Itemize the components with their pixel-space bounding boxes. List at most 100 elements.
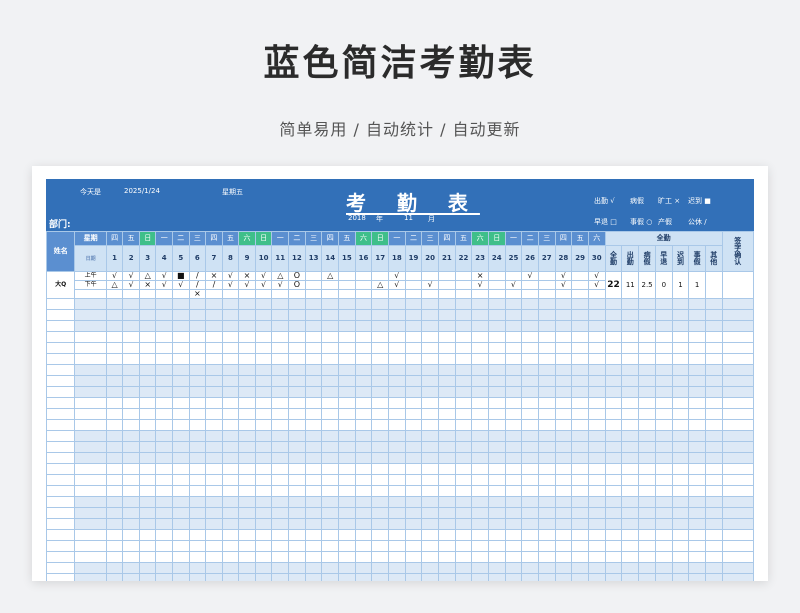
empty-cell [354,452,373,464]
attendance-mark [138,289,157,299]
empty-cell [554,573,573,581]
empty-row [46,419,754,431]
empty-cell [388,496,406,508]
empty-cell [587,408,606,420]
empty-cell [122,562,140,574]
empty-cell [238,573,256,581]
empty-cell [321,573,340,581]
empty-cell [504,320,523,332]
empty-cell [404,518,423,530]
empty-cell [537,518,556,530]
empty-cell [487,441,506,453]
empty-cell [155,562,174,574]
empty-cell [654,298,673,310]
empty-cell [205,529,223,541]
empty-cell [554,474,573,486]
empty-cell [238,353,256,365]
empty-cell [521,441,539,453]
empty-cell [46,430,76,442]
empty-cell [671,397,690,409]
empty-cell [571,375,589,387]
employee-am-row: 大Q 上午 √ √ △ √ ■ / × √ × √ △ O △ √ × √ √ √ 22 11 2.5 0 1 1 [46,271,754,299]
empty-cell [321,540,340,552]
empty-cell [487,298,506,310]
empty-cell [487,452,506,464]
empty-cell [554,518,573,530]
empty-cell [46,540,76,552]
empty-cell [138,540,157,552]
empty-cell [654,551,673,563]
empty-cell [254,551,273,563]
empty-cell [404,331,423,343]
empty-row [46,507,754,519]
empty-cell [421,496,439,508]
attendance-mark [371,271,390,281]
weekday-cell: 日 [487,231,506,246]
empty-cell [155,419,174,431]
empty-cell [354,562,373,574]
empty-cell [587,463,606,475]
empty-cell [354,342,373,354]
empty-cell [454,573,473,581]
empty-cell [421,551,439,563]
empty-cell [371,408,390,420]
empty-cell [404,397,423,409]
empty-cell [604,540,623,552]
attendance-mark: ■ [172,271,190,281]
empty-cell [721,518,754,530]
empty-cell [537,496,556,508]
empty-cell [338,474,356,486]
empty-cell [521,529,539,541]
empty-cell [304,331,323,343]
empty-cell [105,320,124,332]
empty-cell [721,342,754,354]
empty-cell [105,386,124,398]
empty-cell [105,529,124,541]
attendance-mark [454,271,473,281]
empty-cell [221,430,240,442]
empty-cell [172,463,190,475]
empty-cell [654,430,673,442]
empty-cell [487,320,506,332]
empty-cell [621,397,640,409]
empty-cell [74,419,107,431]
empty-cell [188,452,207,464]
empty-cell [438,364,456,376]
empty-cell [471,309,489,321]
empty-cell [122,485,140,497]
empty-cell [188,551,207,563]
empty-cell [704,573,723,581]
empty-cell [321,529,340,541]
summary-value: 22 [604,271,623,299]
empty-cell [371,474,390,486]
empty-cell [254,474,273,486]
empty-cell [122,353,140,365]
empty-cell [221,452,240,464]
empty-cell [338,507,356,519]
empty-cell [621,331,640,343]
empty-cell [704,353,723,365]
empty-row [46,331,754,343]
empty-cell [688,441,706,453]
empty-cell [537,309,556,321]
empty-cell [654,562,673,574]
empty-cell [621,309,640,321]
empty-row [46,529,754,541]
empty-row [46,397,754,409]
weekday-cell: 日 [138,231,157,246]
weekday-cell: 四 [321,231,340,246]
empty-cell [321,298,340,310]
empty-cell [371,463,390,475]
empty-cell [654,529,673,541]
empty-cell [638,430,656,442]
date-cell: 28 [554,245,573,272]
empty-cell [238,540,256,552]
attendance-mark [221,289,240,299]
empty-cell [638,529,656,541]
empty-cell [304,353,323,365]
empty-row [46,474,754,486]
empty-cell [122,430,140,442]
empty-cell [537,419,556,431]
empty-cell [288,452,306,464]
empty-cell [571,518,589,530]
